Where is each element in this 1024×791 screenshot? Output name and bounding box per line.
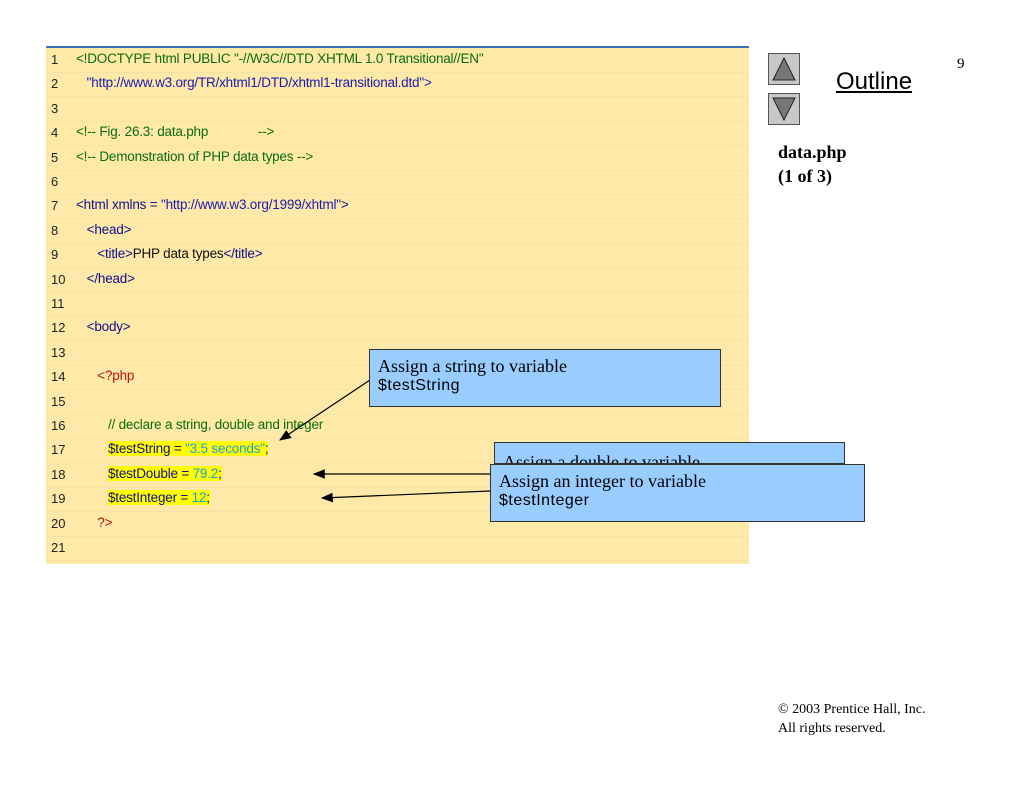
callout-integer-var: $testInteger <box>499 492 590 509</box>
code-line: 10 </head> <box>46 268 749 293</box>
next-slide-button[interactable] <box>768 93 800 125</box>
line-number: 13 <box>51 344 66 360</box>
line-number: 5 <box>51 149 59 165</box>
line-number: 18 <box>51 466 66 482</box>
code-line: 16 // declare a string, double and integ… <box>46 414 749 439</box>
code-text: <!DOCTYPE html PUBLIC "-//W3C//DTD XHTML… <box>76 51 484 66</box>
code-token: // declare a string, double and integer <box>76 417 324 432</box>
code-token: PHP data types <box>132 246 224 262</box>
previous-slide-button[interactable] <box>768 53 800 85</box>
line-number: 20 <box>51 515 66 531</box>
line-number: 19 <box>51 491 66 507</box>
code-line: 21 <box>46 536 749 561</box>
code-line: 9 <title>PHP data types</title> <box>46 243 749 269</box>
code-line: 4 <!-- Fig. 26.3: data.php --> <box>46 121 749 147</box>
file-label: data.php (1 of 3) <box>778 140 847 188</box>
callout-double: Assign a double to variable <box>494 442 845 464</box>
line-number: 10 <box>51 271 66 287</box>
code-token: </title> <box>223 246 263 262</box>
line-number: 9 <box>51 247 59 263</box>
code-line: 6 <box>46 170 749 195</box>
outline-title[interactable]: Outline <box>836 68 912 96</box>
code-token: $testDouble = <box>107 465 193 481</box>
code-text: $testInteger = 12; <box>76 490 210 506</box>
code-token: ; <box>218 465 222 481</box>
line-number: 6 <box>51 174 59 189</box>
line-number: 21 <box>51 540 66 555</box>
code-token: "http://www.w3.org/TR/xhtml1/DTD/xhtml1-… <box>76 75 432 91</box>
line-number: 11 <box>51 296 65 311</box>
callout-integer-text: Assign an integer to variable <box>499 471 706 491</box>
line-number: 1 <box>51 52 59 67</box>
code-token: 12 <box>191 490 207 506</box>
code-token: <!-- Demonstration of PHP data types --> <box>76 148 314 164</box>
code-text: ?> <box>76 515 112 530</box>
code-token: "3.5 seconds" <box>185 441 265 457</box>
code-text: // declare a string, double and integer <box>76 417 323 432</box>
code-line: 8 <head> <box>46 219 749 244</box>
copyright: © 2003 Prentice Hall, Inc. All rights re… <box>778 700 926 738</box>
file-name: data.php <box>778 142 847 162</box>
code-token: ; <box>206 490 210 506</box>
code-text: </head> <box>76 271 135 286</box>
code-token: <body> <box>76 319 131 335</box>
triangle-up-icon <box>772 56 796 81</box>
callout-string-var: $testString <box>378 377 460 394</box>
code-token: $testInteger = <box>107 490 192 506</box>
code-token: $testString = <box>107 441 186 457</box>
line-number: 3 <box>51 100 59 116</box>
line-number: 4 <box>51 125 59 141</box>
line-number: 2 <box>51 76 59 92</box>
code-text: $testString = "3.5 seconds"; <box>76 441 269 457</box>
line-number: 14 <box>51 369 66 385</box>
callout-string-text: Assign a string to variable <box>378 356 567 376</box>
code-line: 3 <box>46 97 749 122</box>
code-line: 12 <body> <box>46 316 749 342</box>
code-token: <!-- Fig. 26.3: data.php --> <box>76 124 275 140</box>
code-text: <title>PHP data types</title> <box>76 246 262 261</box>
code-line: 5 <!-- Demonstration of PHP data types --… <box>46 146 749 171</box>
code-line: 11 <box>46 292 749 317</box>
line-number: 12 <box>51 320 66 336</box>
code-line: 7 <html xmlns = "http://www.w3.org/1999/x… <box>46 194 749 220</box>
code-token: <html xmlns = <box>76 197 161 213</box>
code-text: <?php <box>76 368 134 383</box>
code-text: <html xmlns = "http://www.w3.org/1999/xh… <box>76 197 349 212</box>
code-token: </head> <box>76 270 135 286</box>
code-line: 1 <!DOCTYPE html PUBLIC "-//W3C//DTD XHTM… <box>46 48 749 73</box>
code-token: <head> <box>76 221 132 237</box>
code-token: <!DOCTYPE html PUBLIC "-//W3C//DTD XHTML… <box>76 51 484 66</box>
code-line: 2 "http://www.w3.org/TR/xhtml1/DTD/xhtml… <box>46 72 749 98</box>
callout-double-text: Assign a double to variable <box>503 452 700 464</box>
code-token: <title> <box>76 246 133 262</box>
code-token: ?> <box>76 514 113 530</box>
copyright-line-2: All rights reserved. <box>778 721 886 736</box>
callout-string: Assign a string to variable $testString <box>369 349 721 407</box>
file-part: (1 of 3) <box>778 166 832 186</box>
code-text: <head> <box>76 221 132 237</box>
code-text: <body> <box>76 319 131 334</box>
line-number: 15 <box>51 393 66 409</box>
line-number: 16 <box>51 418 66 433</box>
triangle-down-icon <box>772 97 796 122</box>
code-token: <?php <box>76 368 135 384</box>
slide-number: 9 <box>957 56 965 72</box>
copyright-line-1: © 2003 Prentice Hall, Inc. <box>778 702 926 717</box>
code-text: <!-- Demonstration of PHP data types --> <box>76 149 313 164</box>
code-text: "http://www.w3.org/TR/xhtml1/DTD/xhtml1-… <box>76 75 432 90</box>
line-number: 8 <box>51 222 59 238</box>
line-number: 17 <box>51 442 66 458</box>
code-text: $testDouble = 79.2; <box>76 465 222 481</box>
callout-integer: Assign an integer to variable $testInteg… <box>490 464 865 522</box>
code-token: 79.2 <box>192 465 219 481</box>
code-token: "http://www.w3.org/1999/xhtml" <box>160 197 341 213</box>
code-token: > <box>340 197 349 213</box>
line-number: 7 <box>51 198 59 214</box>
code-token: ; <box>264 441 269 457</box>
code-text: <!-- Fig. 26.3: data.php --> <box>76 124 274 139</box>
